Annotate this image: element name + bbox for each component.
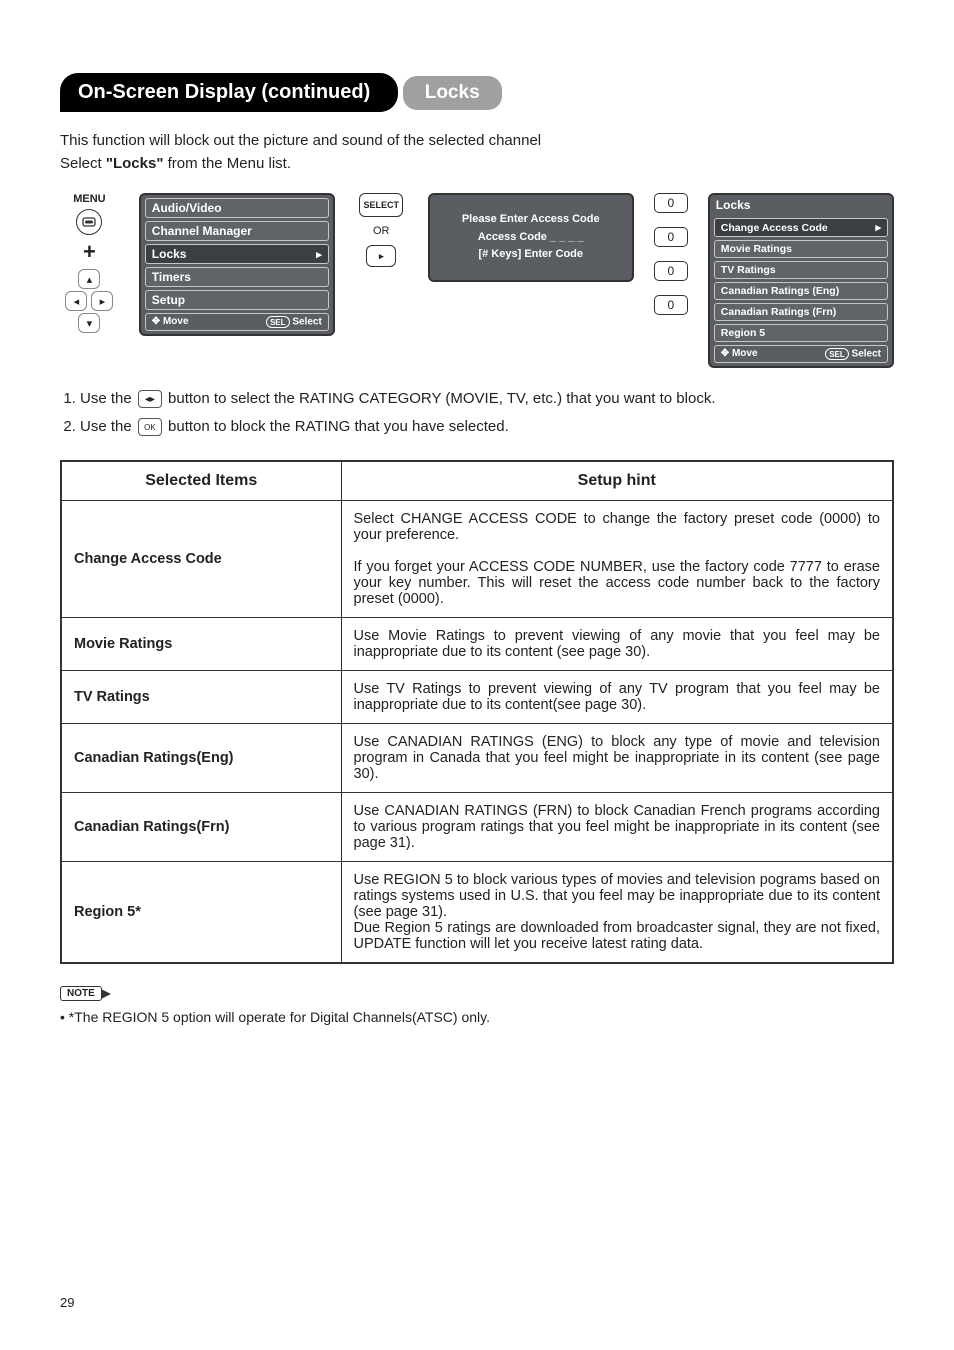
key-0: 0 <box>654 227 688 247</box>
osd-item: Setup <box>145 290 329 310</box>
locks-item: TV Ratings <box>714 261 888 279</box>
item-hint: Use TV Ratings to prevent viewing of any… <box>341 671 893 724</box>
subsection-title: Locks <box>425 82 480 103</box>
table-row: Canadian Ratings(Frn) Use CANADIAN RATIN… <box>61 793 893 862</box>
setup-table: Selected Items Setup hint Change Access … <box>60 460 894 964</box>
locks-item: Canadian Ratings (Frn) <box>714 303 888 321</box>
key-0: 0 <box>654 261 688 281</box>
item-name: Canadian Ratings(Frn) <box>61 793 341 862</box>
item-hint: Select CHANGE ACCESS CODE to change the … <box>341 501 893 618</box>
right-arrow-button-icon: ▸ <box>366 245 396 267</box>
arrow-cluster: ▴ ◂ ▸ ▾ <box>65 269 113 333</box>
item-name: Movie Ratings <box>61 618 341 671</box>
table-row: Movie Ratings Use Movie Ratings to preve… <box>61 618 893 671</box>
menu-button-icon <box>76 209 102 235</box>
locks-item: Movie Ratings <box>714 240 888 258</box>
note-text: • *The REGION 5 option will operate for … <box>60 1009 894 1025</box>
osd-footer: ✥ Move SEL Select <box>145 313 329 331</box>
step-2: Use the OK button to block the RATING th… <box>80 418 894 436</box>
arrow-down-icon: ▾ <box>78 313 100 333</box>
modal-line2: Access Code _ _ _ _ <box>438 229 624 247</box>
header-title: On-Screen Display (continued) <box>78 81 370 103</box>
osd-footer: ✥ Move SEL Select <box>714 345 888 363</box>
section-header: On-Screen Display (continued) <box>60 73 398 112</box>
page-number: 29 <box>60 1295 74 1310</box>
osd-item: Audio/Video <box>145 198 329 218</box>
menu-label: MENU <box>73 193 105 205</box>
select-label: SEL Select <box>266 316 322 328</box>
item-hint: Use Movie Ratings to prevent viewing of … <box>341 618 893 671</box>
locks-item: Canadian Ratings (Eng) <box>714 282 888 300</box>
item-hint: Use REGION 5 to block various types of m… <box>341 862 893 964</box>
table-row: TV Ratings Use TV Ratings to prevent vie… <box>61 671 893 724</box>
plus-icon: + <box>83 239 96 265</box>
item-hint: Use CANADIAN RATINGS (ENG) to block any … <box>341 724 893 793</box>
select-label: SEL Select <box>825 348 881 360</box>
col-setup-hint: Setup hint <box>341 461 893 501</box>
ok-icon: OK <box>138 418 162 436</box>
intro-line2: Select "Locks" from the Menu list. <box>60 153 894 176</box>
key-0: 0 <box>654 193 688 213</box>
locks-title: Locks <box>710 195 892 215</box>
select-button-icon: SELECT <box>359 193 403 217</box>
modal-line3: [# Keys] Enter Code <box>438 246 624 264</box>
osd-item: Channel Manager <box>145 221 329 241</box>
modal-line1: Please Enter Access Code <box>438 211 624 229</box>
table-row: Region 5* Use REGION 5 to block various … <box>61 862 893 964</box>
select-or-col: SELECT OR ▸ <box>355 193 408 267</box>
item-name: Canadian Ratings(Eng) <box>61 724 341 793</box>
item-name: Region 5* <box>61 862 341 964</box>
col-selected-items: Selected Items <box>61 461 341 501</box>
locks-item-highlight: Change Access Code▸ <box>714 218 888 237</box>
or-label: OR <box>373 225 390 237</box>
steps-list: Use the ◂▸ button to select the RATING C… <box>60 390 894 436</box>
item-hint: Use CANADIAN RATINGS (FRN) to block Cana… <box>341 793 893 862</box>
step-1: Use the ◂▸ button to select the RATING C… <box>80 390 894 408</box>
item-name: TV Ratings <box>61 671 341 724</box>
arrow-right-icon: ▸ <box>91 291 113 311</box>
locks-item: Region 5 <box>714 324 888 342</box>
keypad-col: 0 0 0 0 <box>654 193 688 315</box>
table-row: Change Access Code Select CHANGE ACCESS … <box>61 501 893 618</box>
chevron-right-icon: ▸ <box>316 248 322 261</box>
subsection-pill: Locks <box>403 76 502 110</box>
osd-locks-menu: Locks Change Access Code▸ Movie Ratings … <box>708 193 894 368</box>
intro-line1: This function will block out the picture… <box>60 130 894 153</box>
intro-text: This function will block out the picture… <box>60 130 894 175</box>
table-row: Canadian Ratings(Eng) Use CANADIAN RATIN… <box>61 724 893 793</box>
diagram-row: MENU + ▴ ◂ ▸ ▾ Audio/Video Channel Manag… <box>60 193 894 368</box>
remote-menu-col: MENU + ▴ ◂ ▸ ▾ <box>60 193 119 333</box>
access-code-modal: Please Enter Access Code Access Code _ _… <box>428 193 634 282</box>
note-pill: NOTE <box>60 986 102 1001</box>
osd-item-highlight: Locks▸ <box>145 244 329 264</box>
key-0: 0 <box>654 295 688 315</box>
arrow-up-icon: ▴ <box>78 269 100 289</box>
move-label: ✥ Move <box>152 316 189 328</box>
osd-item: Timers <box>145 267 329 287</box>
arrow-left-icon: ◂ <box>65 291 87 311</box>
chevron-right-icon: ▸ <box>875 221 881 234</box>
left-right-arrow-icon: ◂▸ <box>138 390 162 408</box>
item-name: Change Access Code <box>61 501 341 618</box>
move-label: ✥ Move <box>721 348 758 360</box>
osd-main-menu: Audio/Video Channel Manager Locks▸ Timer… <box>139 193 335 336</box>
